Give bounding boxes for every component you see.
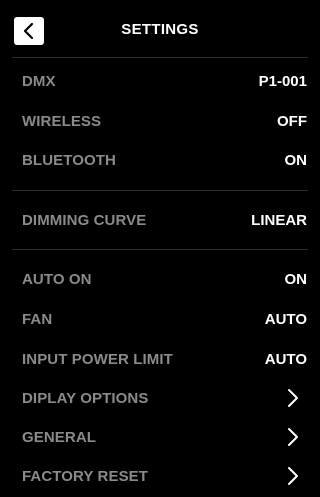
section-divider (12, 249, 308, 250)
setting-value: AUTO (264, 311, 307, 328)
page-title: SETTINGS (121, 21, 199, 38)
setting-row-dmx[interactable]: DMX P1-001 (0, 62, 320, 102)
setting-value: AUTO (264, 351, 307, 368)
setting-value: ON (284, 152, 308, 169)
chevron-right-icon (288, 389, 298, 407)
setting-row-dimming-curve[interactable]: DIMMING CURVE LINEAR (0, 201, 320, 241)
settings-screen: SETTINGS DMX P1-001 WIRELESS OFF BLUETOO… (0, 0, 320, 495)
setting-row-display-options[interactable]: DIPLAY OPTIONS (0, 379, 320, 419)
setting-label: FAN (22, 311, 53, 328)
setting-row-auto-on[interactable]: AUTO ON ON (0, 260, 320, 300)
setting-value: LINEAR (251, 212, 307, 229)
setting-value: P1-001 (258, 73, 307, 90)
setting-label: INPUT POWER LIMIT (22, 351, 173, 368)
setting-row-factory-reset[interactable]: FACTORY RESET (0, 457, 320, 497)
back-button[interactable] (14, 17, 44, 45)
setting-label: GENERAL (22, 429, 97, 446)
setting-label: DIMMING CURVE (22, 212, 147, 229)
setting-row-input-power-limit[interactable]: INPUT POWER LIMIT AUTO (0, 340, 320, 380)
setting-label: AUTO ON (22, 271, 92, 288)
setting-label: DIPLAY OPTIONS (22, 390, 149, 407)
setting-label: BLUETOOTH (22, 152, 116, 169)
section-divider (12, 190, 308, 191)
header-divider (12, 57, 308, 58)
chevron-left-icon (23, 22, 34, 40)
setting-value: ON (284, 271, 308, 288)
setting-label: DMX (22, 73, 56, 90)
setting-label: FACTORY RESET (22, 468, 149, 485)
setting-row-general[interactable]: GENERAL (0, 418, 320, 458)
setting-value: OFF (277, 113, 307, 130)
setting-row-fan[interactable]: FAN AUTO (0, 300, 320, 340)
setting-row-wireless[interactable]: WIRELESS OFF (0, 102, 320, 142)
setting-label: WIRELESS (22, 113, 102, 130)
header: SETTINGS (0, 0, 320, 60)
chevron-right-icon (288, 428, 298, 446)
setting-row-bluetooth[interactable]: BLUETOOTH ON (0, 141, 320, 181)
chevron-right-icon (288, 467, 298, 485)
